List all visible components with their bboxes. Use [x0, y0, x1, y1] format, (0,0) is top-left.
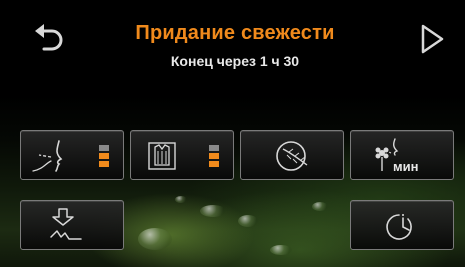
clothes-on-hanger-icon	[148, 142, 176, 170]
water-drop	[238, 215, 258, 227]
start-button[interactable]	[414, 22, 450, 56]
water-drop	[138, 228, 172, 250]
remaining-time: Конец через 1 ч 30	[170, 53, 300, 69]
fragrance-unit-label: мин	[393, 159, 419, 174]
fragrance-time-button[interactable]: мин	[350, 130, 454, 180]
play-icon	[421, 24, 444, 54]
undo-arrow-icon	[35, 24, 63, 51]
timer-clock-icon	[386, 214, 412, 240]
garment-level-indicator	[209, 145, 219, 169]
odor-intensity-button[interactable]	[20, 130, 124, 180]
delay-start-button[interactable]	[350, 200, 454, 250]
water-drop	[270, 245, 292, 255]
program-title: Придание свежести	[135, 22, 335, 44]
water-drop	[175, 196, 187, 203]
delicate-fabric-button[interactable]	[240, 130, 344, 180]
garment-type-button[interactable]	[130, 130, 234, 180]
odor-level-indicator	[99, 145, 109, 169]
nose-smell-icon	[32, 140, 63, 172]
steam-smooth-icon	[50, 208, 82, 240]
feather-icon	[276, 141, 308, 171]
wrinkle-care-button[interactable]	[20, 200, 124, 250]
back-button[interactable]	[30, 22, 70, 56]
water-drop	[200, 205, 226, 217]
water-drop	[312, 202, 328, 211]
